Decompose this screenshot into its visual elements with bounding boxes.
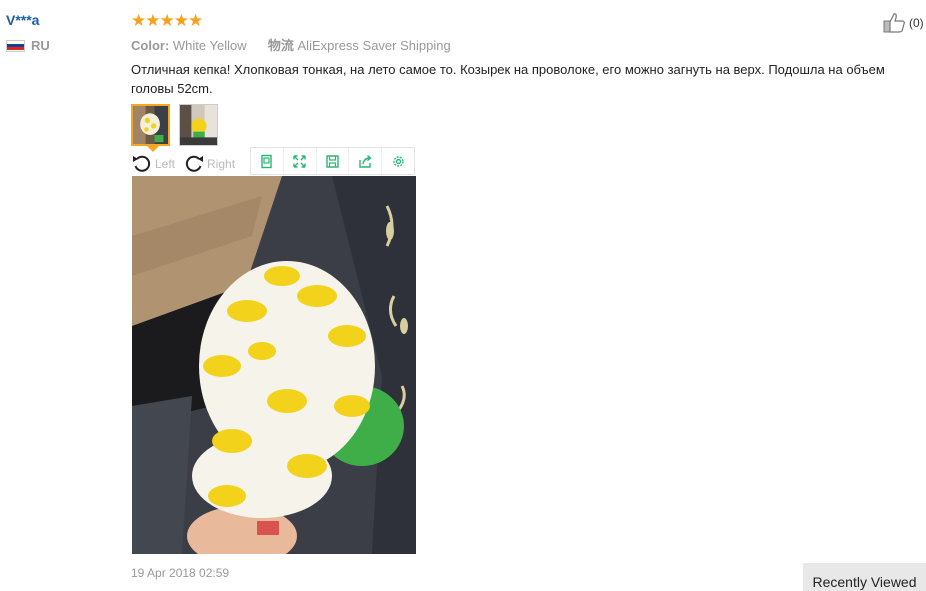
- review-text: Отличная кепка! Хлопковая тонкая, на лет…: [131, 62, 885, 96]
- rotate-right-label: Right: [207, 157, 236, 171]
- helpful-button[interactable]: (0): [883, 12, 924, 34]
- rotate-right-button[interactable]: Right: [183, 153, 235, 175]
- fullscreen-button[interactable]: [284, 148, 317, 174]
- image-toolbar: [250, 147, 415, 175]
- original-size-button[interactable]: [251, 148, 284, 174]
- recently-viewed-button[interactable]: Recently Viewed: [803, 563, 926, 591]
- share-button[interactable]: [349, 148, 383, 174]
- russia-flag-icon: [6, 39, 25, 52]
- rotate-left-button[interactable]: Left: [131, 153, 175, 175]
- rotate-left-icon: [133, 155, 151, 172]
- reviewer-name[interactable]: V***a: [6, 12, 39, 28]
- helpful-count: (0): [909, 16, 924, 30]
- save-button[interactable]: [317, 148, 350, 174]
- original-size-icon: [261, 154, 273, 168]
- rotate-right-icon: [185, 155, 204, 172]
- review-photo-large[interactable]: [132, 176, 416, 554]
- active-thumbnail-indicator: [147, 146, 159, 152]
- color-value: White Yellow: [172, 38, 247, 53]
- country-code: RU: [31, 38, 50, 53]
- color-label: Color:: [131, 38, 170, 53]
- review-attributes: Color: White Yellow 物流 AliExpress Saver …: [131, 35, 451, 54]
- thumbs-up-icon: [883, 13, 905, 33]
- save-icon: [326, 154, 339, 168]
- settings-button[interactable]: [382, 148, 414, 174]
- star-rating: ★★★★★: [131, 11, 203, 30]
- settings-icon: [392, 155, 404, 167]
- rotate-controls: Left Right: [131, 153, 251, 175]
- review-photo-thumbnail-1[interactable]: [131, 104, 170, 146]
- review-date: 19 Apr 2018 02:59: [131, 566, 230, 580]
- rotate-left-label: Left: [155, 157, 176, 171]
- review-photo-thumbnail-2[interactable]: [179, 104, 218, 146]
- share-icon: [359, 154, 372, 168]
- reviewer-country: RU: [6, 38, 50, 53]
- shipping-value: AliExpress Saver Shipping: [297, 38, 451, 53]
- fullscreen-icon: [293, 154, 306, 168]
- shipping-label: 物流: [267, 38, 294, 53]
